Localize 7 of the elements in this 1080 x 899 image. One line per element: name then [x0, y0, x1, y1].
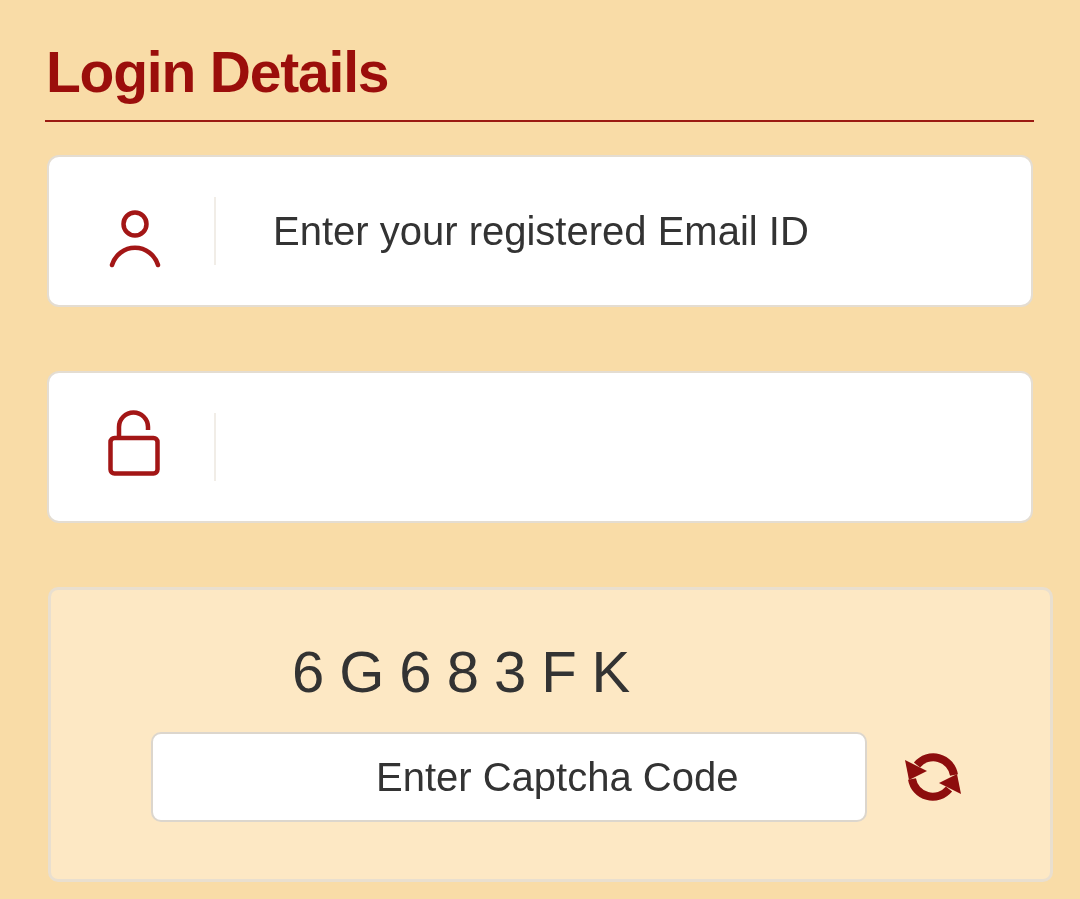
captcha-code: 6G683FK [292, 640, 646, 704]
padlock-icon [108, 410, 160, 476]
user-icon [108, 210, 162, 268]
password-field[interactable] [47, 371, 1033, 523]
captcha-input-field[interactable]: Enter Captcha Code [151, 732, 867, 822]
section-title: Login Details [46, 40, 389, 104]
email-field[interactable]: Enter your registered Email ID [47, 155, 1033, 307]
